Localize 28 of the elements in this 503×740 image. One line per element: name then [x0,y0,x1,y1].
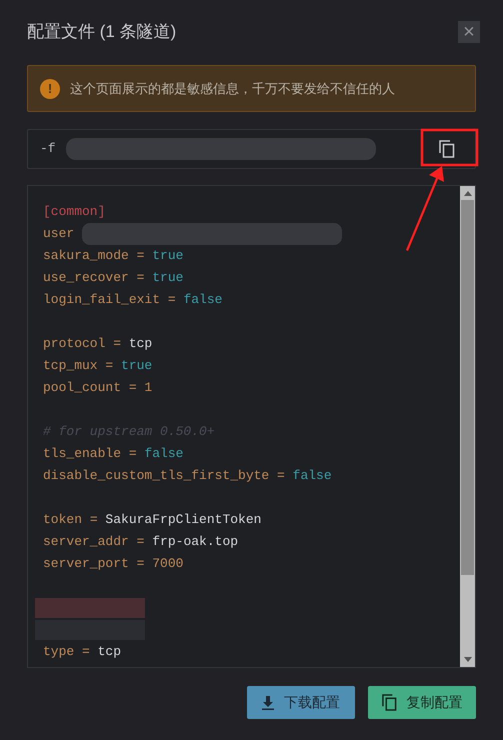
scrollbar[interactable] [460,186,475,667]
close-button[interactable]: × [458,21,480,43]
config-line: protocol = tcp [43,335,152,353]
section-header: [common] [43,203,106,221]
download-config-button[interactable]: 下载配置 [247,686,355,719]
config-line: disable_custom_tls_first_byte = false [43,467,332,485]
config-line: token = SakuraFrpClientToken [43,511,262,529]
config-line: sakura_mode = true [43,247,184,265]
scroll-thumb[interactable] [461,200,474,575]
copy-icon[interactable] [439,140,455,158]
config-line: server_port = 7000 [43,555,184,573]
config-line: login_fail_exit = false [43,291,222,309]
warning-text: 这个页面展示的都是敏感信息，千万不要发给不信任的人 [70,80,395,98]
copy-icon [382,694,396,711]
config-line: pool_count = 1 [43,379,152,397]
config-line: type = tcp [43,643,122,661]
copy-config-button[interactable]: 复制配置 [368,686,476,719]
dialog-title: 配置文件 (1 条隧道) [27,21,176,44]
config-line: server_addr = frp-oak.top [43,533,238,551]
config-line: tls_enable = false [43,445,184,463]
scroll-up-icon[interactable] [464,191,472,196]
download-icon [262,696,274,710]
config-key: user [43,223,74,245]
config-line: use_recover = true [43,269,184,287]
command-text: -f [40,140,56,158]
config-line: tcp_mux = true [43,357,152,375]
scroll-down-icon[interactable] [464,657,472,662]
warning-icon: ! [40,78,60,98]
